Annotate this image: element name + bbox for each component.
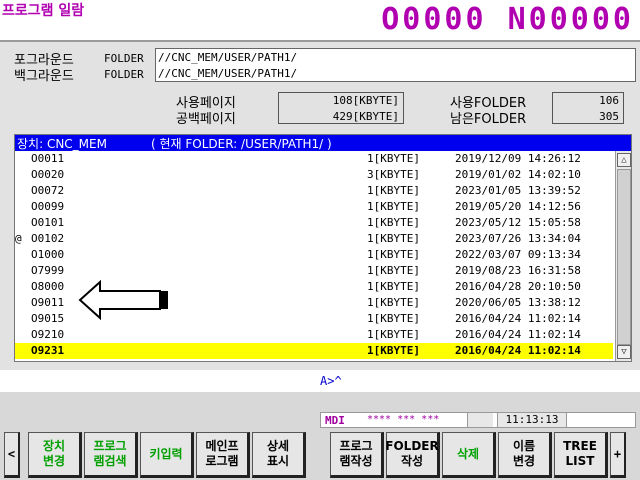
softkey-button[interactable]: FOLDER 작성: [385, 432, 440, 478]
program-number: O0000 N00000: [381, 2, 634, 37]
list-item-date: 2019/12/09 14:26:12: [455, 152, 581, 165]
list-item[interactable]: O9210 1[KBYTE] 2016/04/24 11:02:14: [15, 327, 613, 343]
list-header: 장치: CNC_MEM ( 현재 FOLDER: /USER/PATH1/ ): [15, 135, 631, 151]
softkey-button[interactable]: 이름 변경: [498, 432, 552, 478]
softkey-button[interactable]: 프로그 램작성: [330, 432, 384, 478]
list-item-date: 2023/01/05 13:39:52: [455, 184, 581, 197]
list-item[interactable]: O1000 1[KBYTE] 2022/03/07 09:13:34: [15, 247, 613, 263]
list-item-name: O0011: [31, 152, 65, 165]
list-item[interactable]: O9231 1[KBYTE] 2016/04/24 11:02:14: [15, 343, 613, 359]
list-item-size: 1[KBYTE]: [367, 264, 420, 277]
list-item-size: 1[KBYTE]: [367, 184, 420, 197]
list-item-name: O8000: [31, 280, 65, 293]
background-folder-row: 백그라운드 FOLDER: [14, 66, 156, 84]
scroll-down-icon[interactable]: ▽: [617, 345, 631, 359]
list-item-date: 2016/04/24 11:02:14: [455, 328, 581, 341]
clock-time: 11:13:13: [497, 413, 567, 427]
list-item-size: 1[KBYTE]: [367, 344, 420, 357]
remaining-folder-label: 남은FOLDER: [450, 112, 527, 127]
remaining-folder-value: 305: [599, 110, 619, 123]
list-item[interactable]: @ O0102 1[KBYTE] 2023/07/26 13:34:04: [15, 231, 613, 247]
list-item-name: O9231: [31, 344, 65, 357]
list-item-name: O0101: [31, 216, 65, 229]
list-item-size: 1[KBYTE]: [367, 280, 420, 293]
list-item[interactable]: O0011 1[KBYTE] 2019/12/09 14:26:12: [15, 151, 613, 167]
softkey-button[interactable]: 삭제: [442, 432, 496, 478]
list-item-size: 1[KBYTE]: [367, 328, 420, 341]
list-item[interactable]: O0072 1[KBYTE] 2023/01/05 13:39:52: [15, 183, 613, 199]
softkey-button[interactable]: 키입력: [140, 432, 194, 478]
list-item-size: 1[KBYTE]: [367, 296, 420, 309]
softkey-button[interactable]: 프로그 램검색: [84, 432, 138, 478]
softkey-prev-button[interactable]: <: [4, 432, 20, 478]
status-cell: [467, 413, 493, 427]
list-item-date: 2016/04/24 11:02:14: [455, 344, 581, 357]
softkey-button[interactable]: 상세 표시: [252, 432, 306, 478]
main-panel: 포그라운드 FOLDER 백그라운드 FOLDER //CNC_MEM/USER…: [0, 40, 640, 370]
list-item-date: 2023/07/26 13:34:04: [455, 232, 581, 245]
list-item-size: 1[KBYTE]: [367, 312, 420, 325]
list-item-name: O9015: [31, 312, 65, 325]
folder-stat-box: 106 305: [552, 92, 624, 124]
softkey-button[interactable]: TREE LIST: [554, 432, 608, 478]
list-item-size: 1[KBYTE]: [367, 232, 420, 245]
list-item-date: 2016/04/28 20:10:50: [455, 280, 581, 293]
list-item-name: O9011: [31, 296, 65, 309]
left-arrow-icon: [78, 280, 168, 320]
pages-stat-box: 108[KBYTE] 429[KBYTE]: [278, 92, 404, 124]
list-item[interactable]: O0101 1[KBYTE] 2023/05/12 15:05:58: [15, 215, 613, 231]
status-strip: MDI **** *** *** 11:13:13: [320, 412, 636, 428]
list-item-name: O0020: [31, 168, 65, 181]
softkey-button[interactable]: 장치 변경: [28, 432, 82, 478]
background-folder-tag: FOLDER: [104, 67, 144, 81]
mode-indicator: MDI: [325, 414, 345, 427]
list-item-size: 3[KBYTE]: [367, 168, 420, 181]
list-header-current-folder: ( 현재 FOLDER: /USER/PATH1/ ): [150, 136, 332, 151]
foreground-folder-tag: FOLDER: [104, 51, 144, 65]
list-header-device: 장치: CNC_MEM: [17, 136, 107, 151]
folder-path-box: //CNC_MEM/USER/PATH1/ //CNC_MEM/USER/PAT…: [155, 48, 636, 82]
title-bar: 프로그램 일람 O0000 N00000: [0, 0, 640, 40]
used-pages-value: 108[KBYTE]: [332, 94, 399, 107]
free-pages-value: 429[KBYTE]: [332, 110, 399, 123]
screen-title: 프로그램 일람: [2, 3, 85, 19]
list-item-name: O1000: [31, 248, 65, 261]
free-pages-label: 공백페이지: [176, 112, 236, 127]
background-label: 백그라운드: [14, 68, 74, 84]
softkey-button[interactable]: 메인프 로그램: [196, 432, 250, 478]
list-item-name: O7999: [31, 264, 65, 277]
list-item-size: 1[KBYTE]: [367, 200, 420, 213]
scroll-thumb[interactable]: [617, 169, 631, 345]
softkey-next-button[interactable]: +: [610, 432, 626, 478]
list-item-name: O0099: [31, 200, 65, 213]
list-item-date: 2020/06/05 13:38:12: [455, 296, 581, 309]
used-folder-value: 106: [599, 94, 619, 107]
status-indicators: **** *** ***: [367, 414, 440, 425]
list-item-name: O9210: [31, 328, 65, 341]
list-item-date: 2023/05/12 15:05:58: [455, 216, 581, 229]
list-item-date: 2016/04/24 11:02:14: [455, 312, 581, 325]
list-item-date: 2019/08/23 16:31:58: [455, 264, 581, 277]
input-prompt[interactable]: A>^: [320, 374, 342, 388]
list-item[interactable]: O0020 3[KBYTE] 2019/01/02 14:02:10: [15, 167, 613, 183]
list-item-date: 2019/01/02 14:02:10: [455, 168, 581, 181]
scrollbar[interactable]: △ ▽: [615, 151, 631, 361]
list-item[interactable]: O0099 1[KBYTE] 2019/05/20 14:12:56: [15, 199, 613, 215]
list-item-size: 1[KBYTE]: [367, 152, 420, 165]
list-item-size: 1[KBYTE]: [367, 248, 420, 261]
list-item-date: 2019/05/20 14:12:56: [455, 200, 581, 213]
scroll-up-icon[interactable]: △: [617, 153, 631, 167]
list-item-name: O0102: [31, 232, 65, 245]
background-path: //CNC_MEM/USER/PATH1/: [158, 67, 298, 80]
list-item-name: O0072: [31, 184, 65, 197]
foreground-path: //CNC_MEM/USER/PATH1/: [158, 51, 298, 64]
list-item-date: 2022/03/07 09:13:34: [455, 248, 581, 261]
program-list[interactable]: 장치: CNC_MEM ( 현재 FOLDER: /USER/PATH1/ ) …: [14, 134, 632, 362]
list-item-size: 1[KBYTE]: [367, 216, 420, 229]
list-item-mark: @: [15, 232, 22, 245]
list-item[interactable]: O7999 1[KBYTE] 2019/08/23 16:31:58: [15, 263, 613, 279]
